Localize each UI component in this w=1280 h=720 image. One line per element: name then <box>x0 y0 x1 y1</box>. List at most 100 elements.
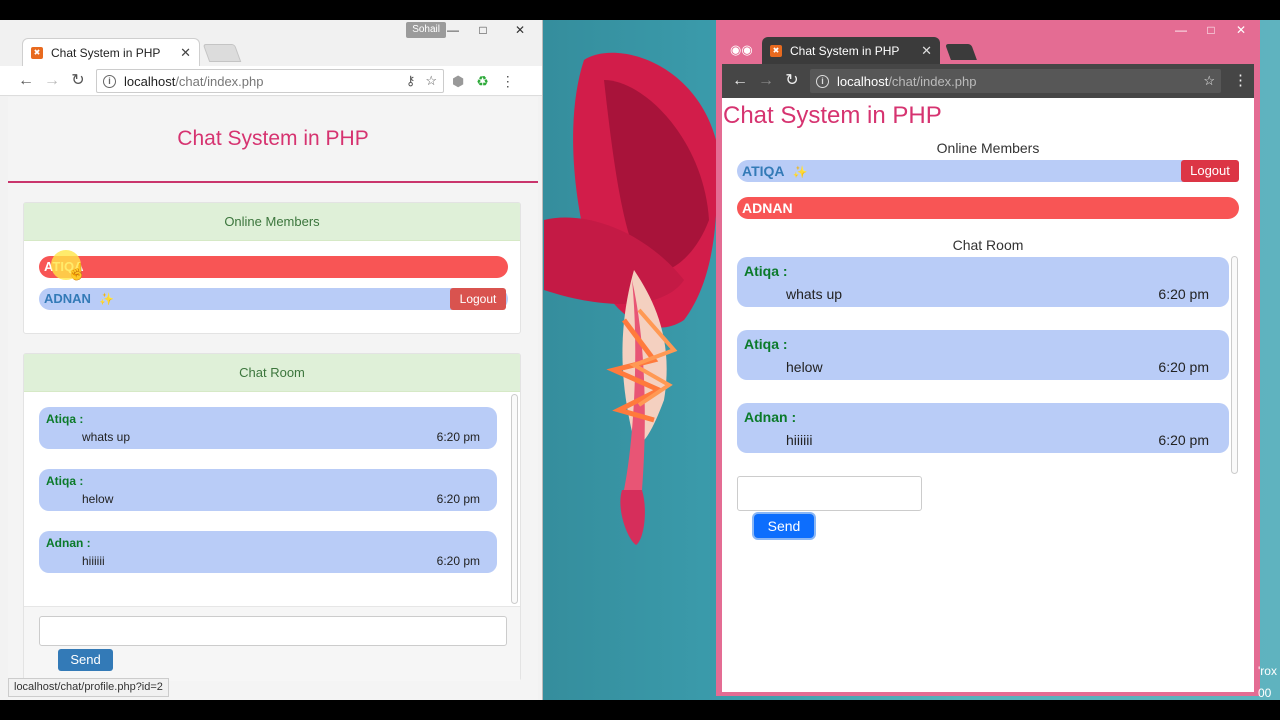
close-icon[interactable]: ✕ <box>1226 20 1256 40</box>
tab-title: Chat System in PHP <box>51 45 161 60</box>
message-item: Atiqa : helow 6:20 pm <box>39 469 497 511</box>
message-time: 6:20 pm <box>436 492 480 506</box>
tab-close-icon[interactable]: ✕ <box>921 43 932 59</box>
message-item: Adnan : hiiiiii 6:20 pm <box>737 403 1229 453</box>
message-text: hiiiiii <box>786 432 813 448</box>
right-incognito-window: — □ ✕ ◉◉ ✖ Chat System in PHP ✕ ← → ↻ i … <box>716 20 1260 696</box>
chat-room-header: Chat Room <box>952 237 1024 253</box>
close-icon[interactable]: ✕ <box>498 20 542 40</box>
left-browser-window: Sohail — □ ✕ ✖ Chat System in PHP ✕ ← → … <box>0 20 543 700</box>
message-input[interactable] <box>737 476 922 511</box>
star-icon[interactable]: ☆ <box>425 73 437 89</box>
message-sender: Atiqa : <box>744 336 788 352</box>
member-name[interactable]: ADNAN <box>44 291 91 306</box>
sparkle-icon: ✨ <box>792 165 808 179</box>
message-time: 6:20 pm <box>1158 432 1209 448</box>
right-page: Chat System in PHP Online Members ATIQA ✨… <box>722 98 1254 692</box>
message-text: helow <box>786 359 823 375</box>
message-text: whats up <box>82 430 131 444</box>
reload-icon[interactable]: ↻ <box>782 71 802 91</box>
status-bar-url: localhost/chat/profile.php?id=2 <box>8 678 169 697</box>
message-time: 6:20 pm <box>436 554 480 568</box>
url-path: /chat/index.php <box>175 73 264 89</box>
online-members-header: Online Members <box>936 140 1040 156</box>
message-item: Atiqa : helow 6:20 pm <box>737 330 1229 380</box>
forward-icon[interactable]: → <box>42 71 62 91</box>
right-window-controls: — □ ✕ <box>1166 20 1256 40</box>
member-bar-atiqa[interactable]: ATIQA <box>39 256 508 278</box>
address-bar[interactable]: i localhost/chat/index.php ☆ <box>810 69 1221 93</box>
message-text: whats up <box>786 286 843 302</box>
new-tab-button[interactable] <box>945 44 977 60</box>
url-host: localhost <box>124 73 176 89</box>
message-item: Atiqa : whats up 6:20 pm <box>39 407 497 449</box>
left-page: Chat System in PHP Online Members ATIQA … <box>8 97 538 700</box>
member-bar-atiqa[interactable]: ATIQA ✨ <box>737 160 1239 182</box>
message-time: 6:20 pm <box>1158 286 1209 302</box>
page-title: Chat System in PHP <box>8 97 538 183</box>
message-input[interactable] <box>39 616 507 646</box>
right-toolbar: ← → ↻ i localhost/chat/index.php ☆ ⋮ <box>722 64 1254 98</box>
back-icon[interactable]: ← <box>16 71 36 91</box>
tab-close-icon[interactable]: ✕ <box>180 45 191 61</box>
member-name[interactable]: ADNAN <box>742 200 793 216</box>
message-time: 6:20 pm <box>1158 359 1209 375</box>
reload-icon[interactable]: ↻ <box>68 71 88 91</box>
send-button[interactable]: Send <box>58 649 113 671</box>
chat-scrollbar[interactable] <box>511 394 518 604</box>
url-host: localhost <box>837 73 889 89</box>
logout-button[interactable]: Logout <box>450 288 506 310</box>
message-sender: Atiqa : <box>744 263 788 279</box>
info-icon[interactable]: i <box>816 74 829 88</box>
chat-room-panel: Chat Room Atiqa : whats up 6:20 pm Atiqa… <box>23 353 521 681</box>
minimize-icon[interactable]: — <box>438 20 468 40</box>
info-icon[interactable]: i <box>103 74 116 88</box>
forward-icon[interactable]: → <box>756 71 776 91</box>
maximize-icon[interactable]: □ <box>468 20 498 40</box>
sparkle-icon: ✨ <box>98 292 114 306</box>
edge-text-line: 'rox <box>1258 664 1277 678</box>
menu-icon[interactable]: ⋮ <box>501 73 515 90</box>
desktop: Sohail — □ ✕ ✖ Chat System in PHP ✕ ← → … <box>0 0 1280 720</box>
star-icon[interactable]: ☆ <box>1203 73 1215 89</box>
flower-wallpaper <box>544 52 718 545</box>
online-members-header: Online Members <box>24 203 520 241</box>
menu-icon[interactable]: ⋮ <box>1233 71 1248 89</box>
back-icon[interactable]: ← <box>730 71 750 91</box>
left-toolbar: ← → ↻ i localhost/chat/index.php ⚷ ☆ ⬢ ♻… <box>0 66 542 96</box>
partial-edge-text: 'rox 00 <box>1258 660 1277 704</box>
new-tab-button[interactable] <box>202 44 242 62</box>
tab-title: Chat System in PHP <box>790 43 900 58</box>
incognito-icon: ◉◉ <box>730 42 753 57</box>
url-path: /chat/index.php <box>888 73 977 89</box>
send-button[interactable]: Send <box>754 514 814 538</box>
minimize-icon[interactable]: — <box>1166 20 1196 40</box>
message-item: Atiqa : whats up 6:20 pm <box>737 257 1229 307</box>
member-bar-adnan[interactable]: ADNAN ✨ <box>39 288 508 310</box>
tab-chat-system[interactable]: ✖ Chat System in PHP ✕ <box>762 37 940 64</box>
key-icon[interactable]: ⚷ <box>406 73 416 89</box>
address-bar[interactable]: i localhost/chat/index.php ⚷ ☆ <box>96 69 444 93</box>
tab-chat-system[interactable]: ✖ Chat System in PHP ✕ <box>22 38 200 66</box>
member-bar-adnan[interactable]: ADNAN <box>737 197 1239 219</box>
xampp-favicon-icon: ✖ <box>770 44 782 57</box>
refresh-extension-icon[interactable]: ♻ <box>476 73 489 90</box>
message-text: helow <box>82 492 114 506</box>
xampp-favicon-icon: ✖ <box>31 46 43 59</box>
message-sender: Atiqa : <box>46 412 84 426</box>
message-sender: Adnan : <box>46 536 91 550</box>
page-title: Chat System in PHP <box>723 102 942 129</box>
chat-scrollbar[interactable] <box>1231 256 1238 474</box>
extension-icon[interactable]: ⬢ <box>452 73 464 90</box>
chat-room-header: Chat Room <box>24 354 520 392</box>
message-item: Adnan : hiiiiii 6:20 pm <box>39 531 497 573</box>
message-sender: Adnan : <box>744 409 797 425</box>
message-text: hiiiiii <box>82 554 105 568</box>
maximize-icon[interactable]: □ <box>1196 20 1226 40</box>
logout-button[interactable]: Logout <box>1181 160 1239 182</box>
cursor-icon: ☝ <box>67 264 87 281</box>
left-window-controls: — □ ✕ <box>438 20 542 40</box>
online-members-panel: Online Members ATIQA ☝ ADNAN ✨ Logout <box>23 202 521 334</box>
message-sender: Atiqa : <box>46 474 84 488</box>
member-name[interactable]: ATIQA <box>742 163 785 179</box>
